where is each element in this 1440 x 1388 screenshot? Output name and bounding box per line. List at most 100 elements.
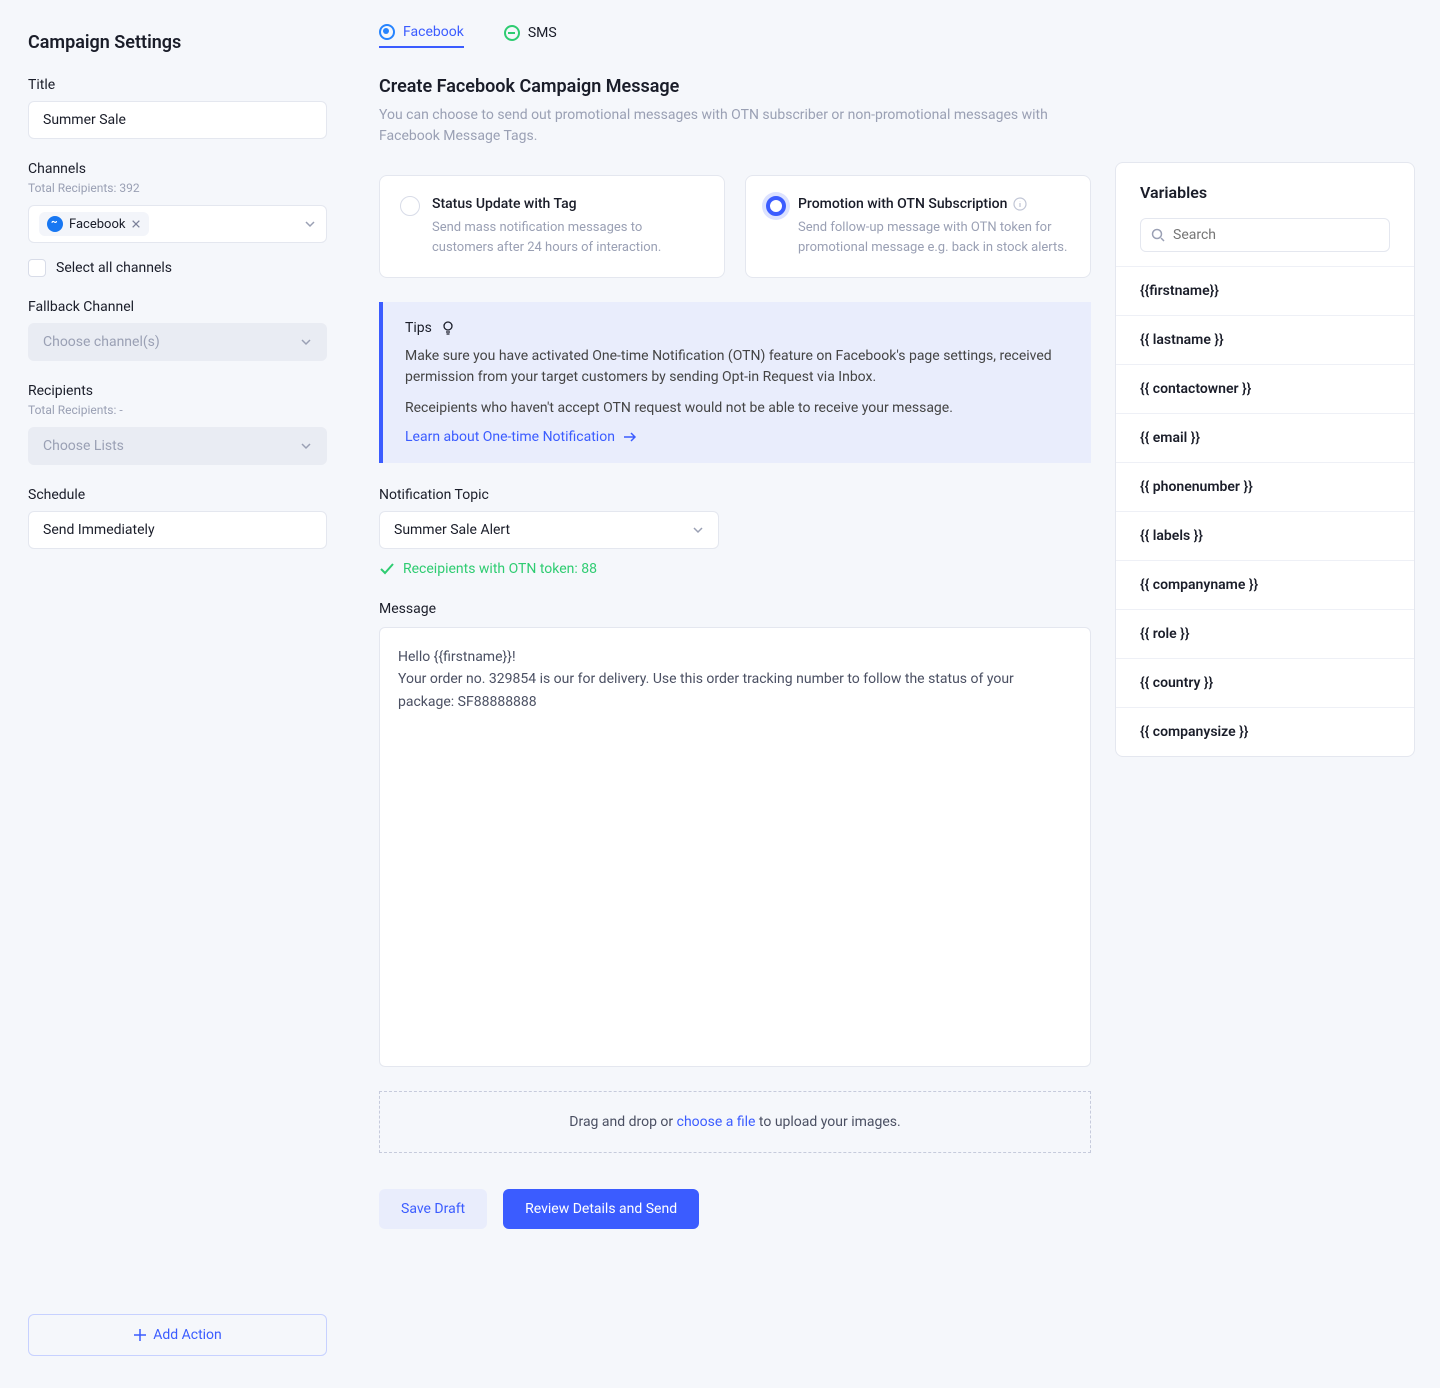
sidebar-heading: Campaign Settings xyxy=(28,32,327,53)
channel-chip-label: Facebook xyxy=(69,217,125,232)
notification-topic-field: Notification Topic Summer Sale Alert Rec… xyxy=(379,487,1091,577)
recipients-select[interactable]: Choose Lists xyxy=(28,427,327,465)
variables-search-wrap xyxy=(1116,212,1414,266)
var-item[interactable]: {{ email }} xyxy=(1116,413,1414,462)
var-item[interactable]: {{ phonenumber }} xyxy=(1116,462,1414,511)
tips-link[interactable]: Learn about One-time Notification xyxy=(405,429,637,445)
facebook-icon xyxy=(47,216,63,232)
save-draft-button[interactable]: Save Draft xyxy=(379,1189,487,1229)
select-all-label: Select all channels xyxy=(56,260,172,276)
recipients-placeholder: Choose Lists xyxy=(43,438,124,454)
dropzone-suffix: to upload your images. xyxy=(755,1114,900,1130)
option-status-update[interactable]: Status Update with Tag Send mass notific… xyxy=(379,175,725,278)
option-body: Promotion with OTN Subscription Send fol… xyxy=(798,196,1070,257)
var-item[interactable]: {{ companyname }} xyxy=(1116,560,1414,609)
title-input[interactable] xyxy=(28,101,327,139)
message-textarea[interactable] xyxy=(379,627,1091,1067)
message-label: Message xyxy=(379,601,1091,617)
schedule-value: Send Immediately xyxy=(43,522,155,538)
tips-link-text: Learn about One-time Notification xyxy=(405,429,615,445)
tab-facebook[interactable]: Facebook xyxy=(379,24,464,48)
option2-title: Promotion with OTN Subscription xyxy=(798,196,1070,212)
variables-search[interactable] xyxy=(1140,218,1390,252)
recipients-label: Recipients xyxy=(28,383,327,399)
schedule-field: Schedule Send Immediately xyxy=(28,487,327,549)
radio-unselected[interactable] xyxy=(400,196,420,216)
tips-text-2: Receipients who haven't accept OTN reque… xyxy=(405,398,1069,419)
topic-select[interactable]: Summer Sale Alert xyxy=(379,511,719,549)
footer-actions: Save Draft Review Details and Send xyxy=(379,1189,1091,1229)
channels-field: Channels Total Recipients: 392 Facebook … xyxy=(28,161,327,277)
chevron-down-icon xyxy=(300,336,312,348)
select-all-checkbox[interactable] xyxy=(28,259,46,277)
main-content: Facebook SMS Create Facebook Campaign Me… xyxy=(355,0,1115,1388)
facebook-tab-icon xyxy=(379,24,395,40)
chevron-down-icon xyxy=(304,218,316,230)
var-item[interactable]: {{ role }} xyxy=(1116,609,1414,658)
fallback-select[interactable]: Choose channel(s) xyxy=(28,323,327,361)
sms-tab-icon xyxy=(504,25,520,41)
page-title: Create Facebook Campaign Message xyxy=(379,76,1091,97)
option-otn[interactable]: Promotion with OTN Subscription Send fol… xyxy=(745,175,1091,278)
channels-sublabel: Total Recipients: 392 xyxy=(28,181,327,195)
chevron-down-icon xyxy=(300,440,312,452)
chevron-down-icon xyxy=(692,524,704,536)
option2-title-text: Promotion with OTN Subscription xyxy=(798,196,1007,212)
fallback-label: Fallback Channel xyxy=(28,299,327,315)
search-icon xyxy=(1151,228,1165,242)
channel-chip[interactable]: Facebook xyxy=(39,212,149,236)
info-icon[interactable] xyxy=(1013,197,1027,211)
bulb-icon xyxy=(440,320,456,336)
var-item[interactable]: {{firstname}} xyxy=(1116,266,1414,315)
message-type-options: Status Update with Tag Send mass notific… xyxy=(379,175,1091,278)
sidebar: Campaign Settings Title Channels Total R… xyxy=(0,0,355,1388)
recipients-sublabel: Total Recipients: - xyxy=(28,403,327,417)
title-field: Title xyxy=(28,77,327,139)
fallback-field: Fallback Channel Choose channel(s) xyxy=(28,299,327,361)
var-item[interactable]: {{ lastname }} xyxy=(1116,315,1414,364)
plus-icon xyxy=(133,1328,147,1342)
topic-value: Summer Sale Alert xyxy=(394,522,510,538)
check-icon xyxy=(379,561,395,577)
option1-desc: Send mass notification messages to custo… xyxy=(432,218,704,257)
tips-label: Tips xyxy=(405,320,432,336)
page-subtitle: You can choose to send out promotional m… xyxy=(379,105,1091,147)
schedule-label: Schedule xyxy=(28,487,327,503)
select-all-row[interactable]: Select all channels xyxy=(28,259,327,277)
channels-label: Channels xyxy=(28,161,327,177)
add-action-button[interactable]: Add Action xyxy=(28,1314,327,1356)
channels-select[interactable]: Facebook xyxy=(28,205,327,243)
radio-selected[interactable] xyxy=(766,196,786,216)
variables-heading: Variables xyxy=(1116,163,1414,212)
message-field: Message xyxy=(379,601,1091,1071)
var-item[interactable]: {{ country }} xyxy=(1116,658,1414,707)
fallback-placeholder: Choose channel(s) xyxy=(43,334,160,350)
recipients-field: Recipients Total Recipients: - Choose Li… xyxy=(28,383,327,465)
otn-status: Receipients with OTN token: 88 xyxy=(379,561,1091,577)
arrow-right-icon xyxy=(623,430,637,444)
add-action-label: Add Action xyxy=(153,1327,222,1343)
var-item[interactable]: {{ labels }} xyxy=(1116,511,1414,560)
dropzone-prefix: Drag and drop or xyxy=(569,1114,676,1130)
topic-label: Notification Topic xyxy=(379,487,1091,503)
variables-search-input[interactable] xyxy=(1173,227,1379,243)
tab-facebook-label: Facebook xyxy=(403,24,464,40)
tips-banner: Tips Make sure you have activated One-ti… xyxy=(379,302,1091,463)
option-body: Status Update with Tag Send mass notific… xyxy=(432,196,704,257)
var-item[interactable]: {{ companysize }} xyxy=(1116,707,1414,756)
otn-status-text: Receipients with OTN token: 88 xyxy=(403,561,597,577)
tab-sms[interactable]: SMS xyxy=(504,24,557,48)
title-label: Title xyxy=(28,77,327,93)
tips-heading: Tips xyxy=(405,320,1069,336)
variables-panel: Variables {{firstname}} {{ lastname }} {… xyxy=(1115,162,1415,757)
image-dropzone[interactable]: Drag and drop or choose a file to upload… xyxy=(379,1091,1091,1153)
tips-text-1: Make sure you have activated One-time No… xyxy=(405,346,1069,388)
channel-tabs: Facebook SMS xyxy=(379,24,1091,48)
tab-sms-label: SMS xyxy=(528,25,557,41)
option1-title: Status Update with Tag xyxy=(432,196,704,212)
remove-chip-icon[interactable] xyxy=(131,219,141,229)
schedule-select[interactable]: Send Immediately xyxy=(28,511,327,549)
review-send-button[interactable]: Review Details and Send xyxy=(503,1189,699,1229)
var-item[interactable]: {{ contactowner }} xyxy=(1116,364,1414,413)
choose-file-link[interactable]: choose a file xyxy=(677,1114,756,1130)
